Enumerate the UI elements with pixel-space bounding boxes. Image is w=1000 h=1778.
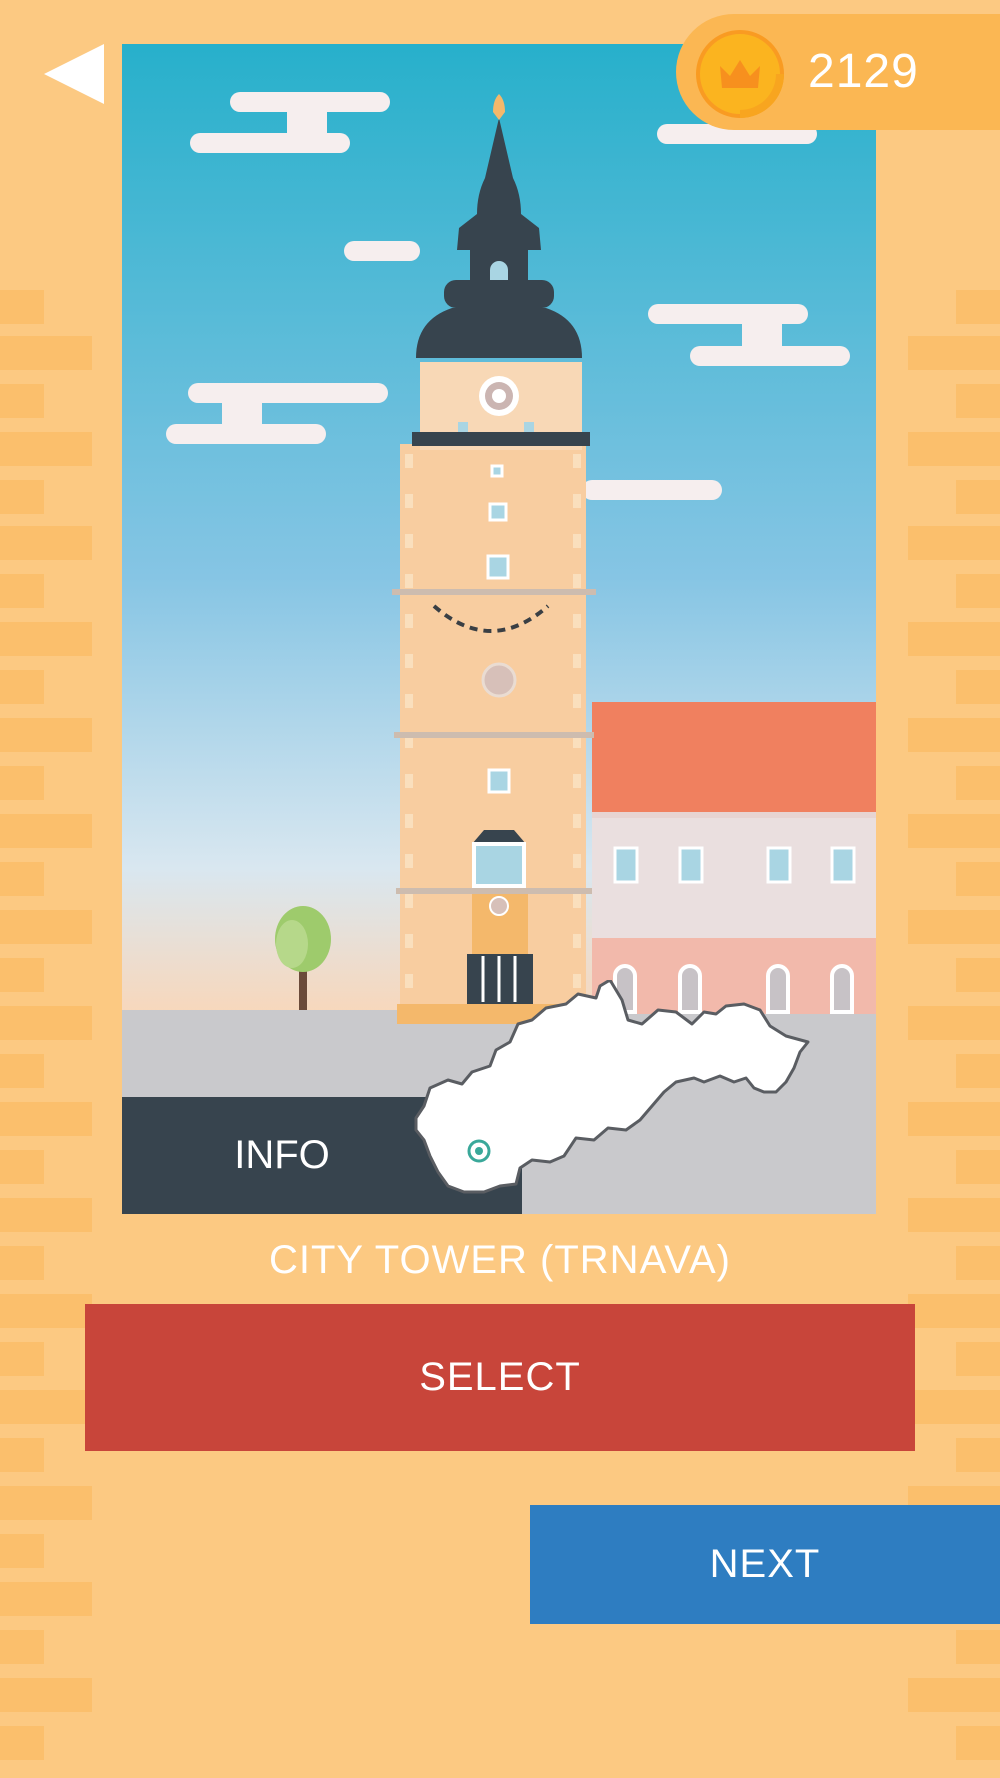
select-button[interactable]: SELECT — [85, 1304, 915, 1451]
coin-counter: 2129 — [676, 14, 1000, 130]
landmark-name: CITY TOWER (TRNAVA) — [269, 1238, 731, 1282]
crown-coin-icon — [696, 30, 784, 118]
slovakia-map-icon — [414, 980, 810, 1194]
next-button[interactable]: NEXT — [530, 1505, 1000, 1624]
back-arrow-icon[interactable] — [42, 42, 106, 106]
brick-wall-left — [0, 290, 92, 1760]
coin-count: 2129 — [808, 45, 919, 98]
